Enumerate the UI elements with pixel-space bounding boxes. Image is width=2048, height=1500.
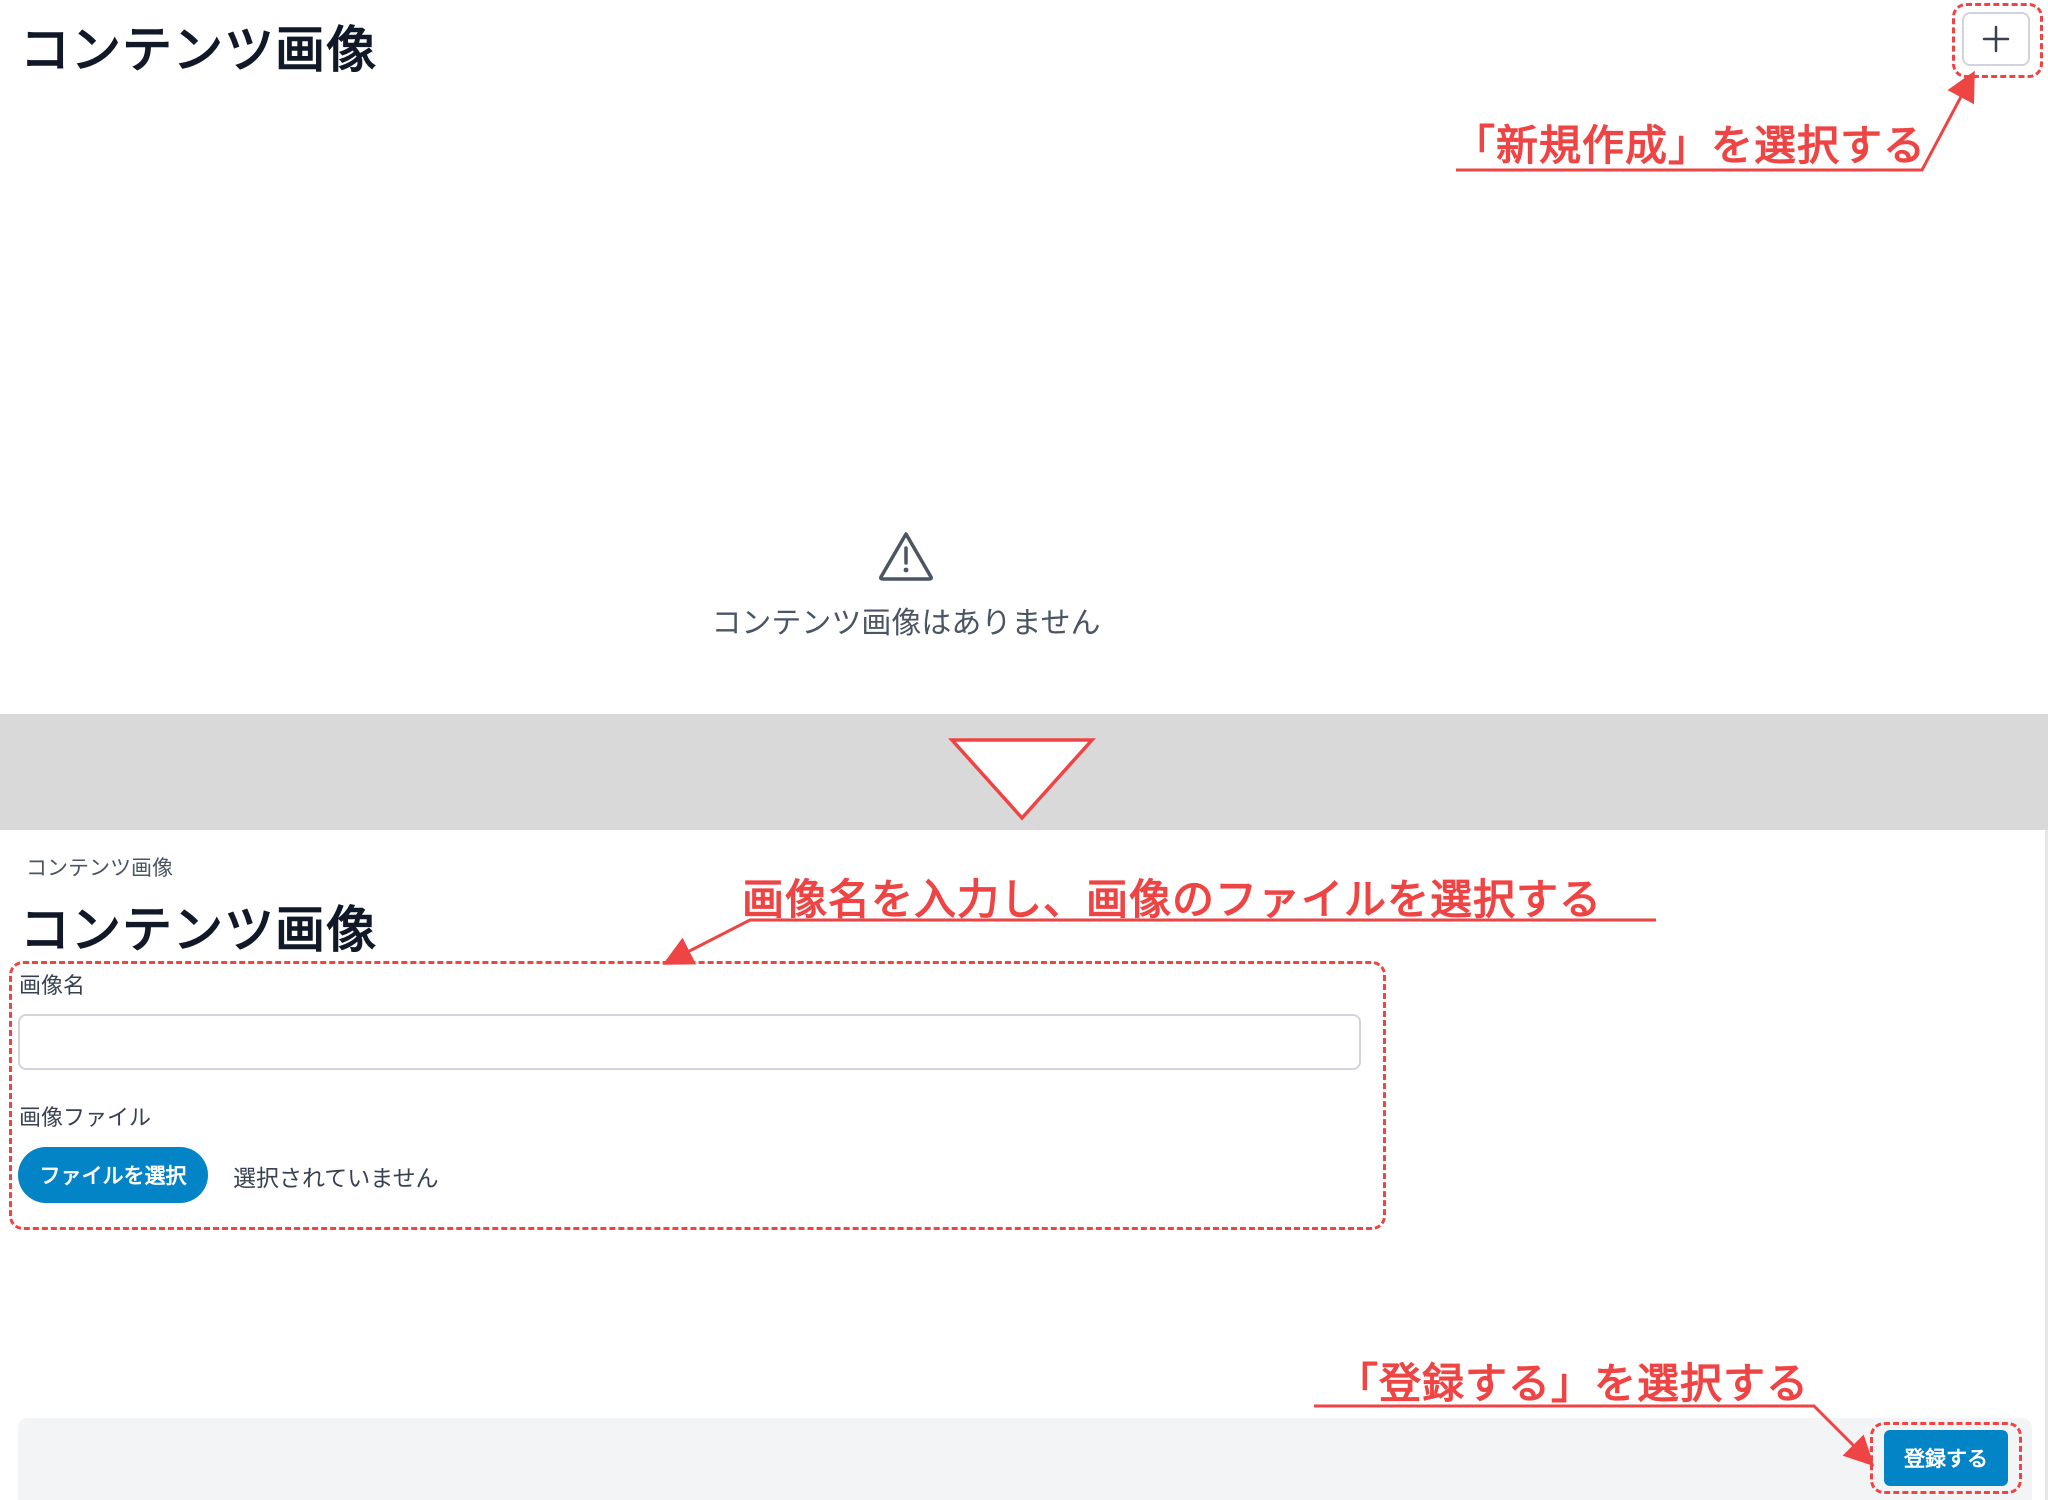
highlight-add-button: [1952, 3, 2043, 78]
empty-state: コンテンツ画像はありません: [0, 530, 1812, 642]
page: コンテンツ画像 コンテンツ画像はありません コンテンツ画像 コンテンツ画像 画像…: [0, 0, 2048, 1500]
page-title: コンテンツ画像: [20, 21, 377, 79]
annotation-register-instruction: 「登録する」を選択する: [1336, 1359, 1810, 1408]
warning-icon: [879, 532, 933, 581]
down-arrow-icon: [948, 738, 1096, 821]
form-title: コンテンツ画像: [20, 901, 377, 959]
annotation-new-create: 「新規作成」を選択する: [1453, 121, 1927, 170]
highlight-form-fields: [9, 961, 1386, 1230]
highlight-register-button: [1870, 1422, 2022, 1494]
annotation-input-instruction: 画像名を入力し、画像のファイルを選択する: [742, 875, 1603, 924]
content-image-list-screen: コンテンツ画像 コンテンツ画像はありません: [0, 0, 2048, 714]
step-divider: [0, 714, 2048, 830]
empty-state-message: コンテンツ画像はありません: [711, 606, 1101, 641]
breadcrumb[interactable]: コンテンツ画像: [26, 852, 173, 882]
form-footer-bar: [18, 1418, 2032, 1500]
